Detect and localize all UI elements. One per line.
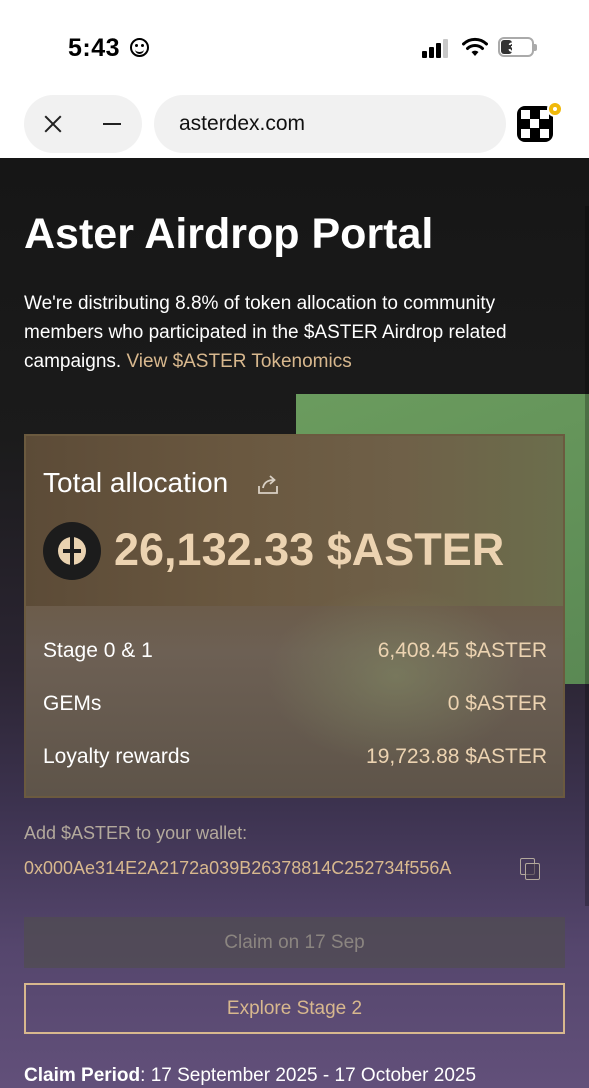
window-controls xyxy=(24,95,142,153)
allocation-row: GEMs 0 $ASTER xyxy=(43,692,547,722)
claim-period-label: Claim Period xyxy=(24,1065,141,1086)
tokenomics-link[interactable]: View $ASTER Tokenomics xyxy=(126,351,351,372)
intro-text: We're distributing 8.8% of token allocat… xyxy=(24,289,564,376)
url-text: asterdex.com xyxy=(179,112,306,135)
page-title: Aster Airdrop Portal xyxy=(24,210,434,258)
minimize-icon[interactable] xyxy=(103,123,121,125)
claim-button[interactable]: Claim on 17 Sep xyxy=(24,917,565,968)
status-bar: 5:43 35 xyxy=(0,0,589,90)
page-content: Aster Airdrop Portal We're distributing … xyxy=(0,158,589,1088)
claim-period: Claim Period: 17 September 2025 - 17 Oct… xyxy=(24,1065,476,1087)
wallet-label: Add $ASTER to your wallet: xyxy=(24,823,248,843)
wallet-address[interactable]: 0x000Ae314E2A2172a039B26378814C252734f55… xyxy=(24,858,451,879)
signal-icon xyxy=(422,38,452,58)
row-label: Stage 0 & 1 xyxy=(43,639,153,662)
smiley-icon xyxy=(130,38,149,57)
row-label: Loyalty rewards xyxy=(43,745,191,768)
share-icon[interactable] xyxy=(256,472,280,496)
allocation-row: Stage 0 & 1 6,408.45 $ASTER xyxy=(43,639,547,669)
wifi-icon xyxy=(462,37,488,56)
address-bar[interactable]: asterdex.com xyxy=(154,95,506,153)
allocation-card: Total allocation 26,132.33 $ASTER Stage … xyxy=(24,434,565,798)
row-value: 0 $ASTER xyxy=(447,692,547,715)
status-time: 5:43 xyxy=(68,34,121,62)
row-label: GEMs xyxy=(43,692,102,715)
claim-period-value: : 17 September 2025 - 17 October 2025 xyxy=(140,1065,477,1086)
allocation-row: Loyalty rewards 19,723.88 $ASTER xyxy=(43,745,547,775)
row-value: 6,408.45 $ASTER xyxy=(377,639,547,662)
browser-toolbar: asterdex.com xyxy=(0,90,589,158)
close-icon[interactable] xyxy=(42,113,64,135)
copy-icon[interactable] xyxy=(520,858,540,880)
notification-badge-icon xyxy=(547,101,563,117)
battery-icon: 35 xyxy=(498,37,537,57)
row-value: 19,723.88 $ASTER xyxy=(366,745,547,768)
battery-level: 35 xyxy=(508,39,524,55)
scrollbar[interactable] xyxy=(585,206,589,906)
total-allocation-label: Total allocation xyxy=(43,467,229,498)
total-allocation-amount: 26,132.33 $ASTER xyxy=(114,524,505,575)
explore-stage-button[interactable]: Explore Stage 2 xyxy=(24,983,565,1034)
